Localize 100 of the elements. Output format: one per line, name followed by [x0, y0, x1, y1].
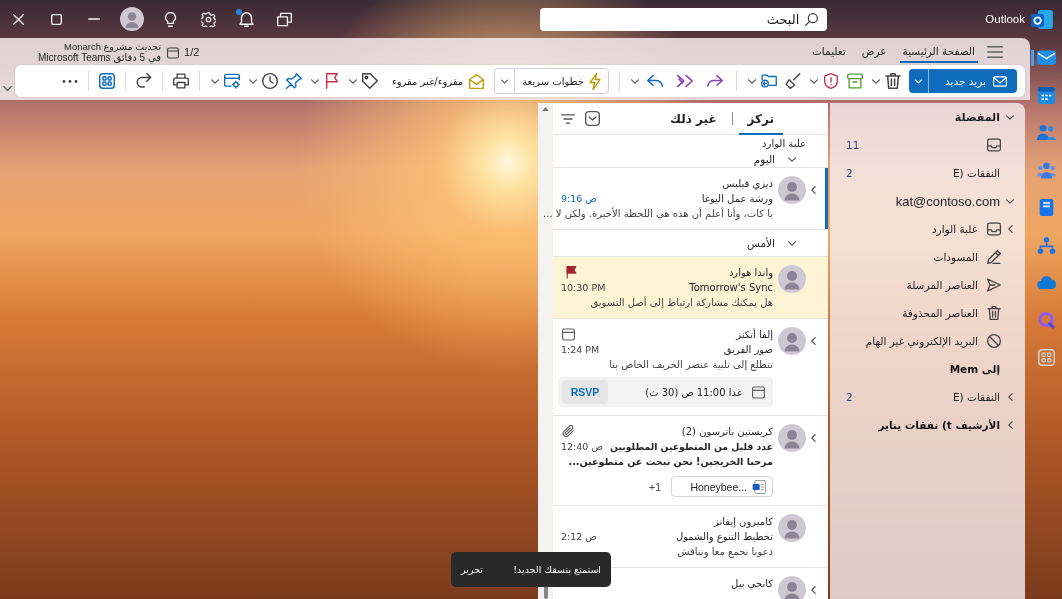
- apps-grid-icon: [1036, 349, 1056, 367]
- avatar-icon[interactable]: [120, 7, 144, 31]
- bell-icon[interactable]: [238, 11, 254, 27]
- chevron-left-icon[interactable]: [810, 586, 816, 594]
- more-attachments-count[interactable]: +1: [649, 480, 661, 493]
- pin-icon[interactable]: [285, 73, 302, 89]
- message-preview: هل يمكنك مشاركة ارتباط إلى أصل التسويق: [590, 297, 773, 308]
- shield-alert-icon[interactable]: [823, 73, 839, 89]
- date-group-label: الأمس: [747, 237, 775, 249]
- chevron-down-icon[interactable]: [810, 78, 818, 84]
- chevron-down-icon[interactable]: [3, 86, 12, 91]
- app-name: Outlook: [985, 13, 1025, 25]
- maximize-icon[interactable]: [50, 13, 62, 25]
- trash-icon[interactable]: [885, 73, 901, 89]
- read-unread-button[interactable]: مقروء/غير مقروء: [385, 68, 491, 94]
- clock-icon[interactable]: [261, 73, 278, 89]
- curved-arrow-right-icon[interactable]: [707, 73, 723, 89]
- new-mail-button[interactable]: بريد جديد: [929, 69, 1017, 93]
- move-folder-icon[interactable]: [761, 73, 777, 89]
- close-icon[interactable]: [12, 13, 24, 25]
- folder-item[interactable]: البريد الإلكتروني غير الهام: [865, 335, 978, 347]
- chevron-down-icon[interactable]: [788, 156, 796, 162]
- date-group-label: اليوم: [753, 153, 775, 165]
- ring-icon: [1036, 311, 1056, 329]
- chevron-down-icon[interactable]: [1006, 198, 1014, 204]
- folder-item[interactable]: E) النفقات: [952, 391, 1000, 403]
- folder-item[interactable]: علبة الوارد: [931, 223, 978, 235]
- chevron-left-icon[interactable]: [1007, 421, 1013, 429]
- envelope-square-icon[interactable]: [585, 111, 600, 126]
- chevron-down-icon[interactable]: [310, 78, 319, 84]
- folder-item[interactable]: Mem إلى: [949, 363, 1000, 375]
- flag-icon[interactable]: [566, 266, 577, 279]
- settings-icon[interactable]: [200, 11, 216, 27]
- search-field[interactable]: البحث: [540, 7, 828, 31]
- double-arrow-icon[interactable]: [677, 73, 693, 89]
- folder-section-label[interactable]: المفضلة: [954, 110, 1000, 124]
- ribbon-tab[interactable]: الصفحة الرئيسية: [899, 38, 978, 63]
- stacked-windows-icon[interactable]: [276, 11, 292, 27]
- calendar-gear-icon[interactable]: [223, 73, 240, 89]
- tag-icon[interactable]: [361, 73, 378, 89]
- folder-item[interactable]: E) النفقات: [952, 167, 1000, 179]
- reminder-title[interactable]: تحديث مشروع Monarch: [64, 41, 162, 52]
- chevron-left-icon[interactable]: [810, 434, 816, 442]
- more-icon[interactable]: [61, 79, 78, 83]
- chevron-down-icon[interactable]: [348, 78, 357, 84]
- curved-arrow-icon[interactable]: [135, 73, 152, 89]
- avatar-icon: [778, 576, 806, 599]
- ribbon-tab[interactable]: عرض: [858, 38, 890, 63]
- chevron-down-icon[interactable]: [210, 78, 219, 84]
- folder-section-label[interactable]: kat@contoso.com: [895, 193, 1000, 209]
- message-time: 12:40 ص: [561, 441, 603, 452]
- blocked-icon: [987, 334, 1001, 348]
- rsvp-button[interactable]: RSVP: [562, 380, 608, 404]
- message-subject: تخطيط التنوع والشمول: [675, 531, 773, 542]
- chevron-down-icon[interactable]: [1006, 114, 1014, 120]
- curved-arrow-left-icon[interactable]: [647, 73, 663, 89]
- inbox-tab[interactable]: تركز: [738, 102, 783, 135]
- chevron-down-icon[interactable]: [631, 78, 639, 84]
- edit-link[interactable]: تحرير: [461, 564, 483, 575]
- filter-icon[interactable]: [561, 113, 575, 124]
- chevron-down-icon[interactable]: [788, 240, 796, 246]
- calendar-icon[interactable]: [167, 47, 180, 59]
- chevron-left-icon[interactable]: [1007, 225, 1013, 233]
- quick-steps-button[interactable]: خطوات سريعة: [514, 68, 609, 94]
- message-subject: عدد قليل من المتطوعين المطلوبين: [610, 441, 773, 452]
- inbox-tab[interactable]: غير ذلك: [661, 102, 726, 135]
- folder-item[interactable]: العناصر المحذوفة: [902, 307, 978, 319]
- people-icon: [1036, 124, 1056, 142]
- new-mail-dropdown-button[interactable]: [909, 69, 929, 93]
- unread-count: 2: [846, 391, 853, 403]
- group-icon: [1036, 161, 1056, 179]
- paper-plane-icon: [987, 278, 1001, 292]
- chevron-down-icon[interactable]: [248, 78, 257, 84]
- sender-name: إلفا أتكنز: [736, 329, 773, 340]
- folder-item[interactable]: العناصر المرسلة: [906, 279, 978, 291]
- menu-icon[interactable]: [987, 46, 1003, 58]
- message-preview: دعونا نجمع معا ونناقش: [677, 546, 773, 557]
- calendar-icon: [562, 328, 575, 341]
- pencil-icon: [987, 250, 1001, 264]
- archive-icon[interactable]: [847, 73, 863, 89]
- paperclip-icon: [562, 425, 575, 438]
- app-logo-icon[interactable]: [1031, 9, 1053, 29]
- chevron-left-icon[interactable]: [810, 337, 816, 345]
- folder-item[interactable]: الأرشيف t) نفقات يناير: [878, 419, 1000, 431]
- printer-icon[interactable]: [172, 73, 189, 89]
- attachment-chip[interactable]: Honeybee...: [671, 476, 773, 497]
- apps-grid-icon[interactable]: [98, 73, 115, 89]
- sender-name: كانجي بيل: [731, 578, 773, 589]
- message-subject: Tomorrow's Sync: [689, 282, 773, 293]
- flag-icon[interactable]: [323, 73, 340, 89]
- chevron-down-icon[interactable]: [748, 78, 756, 84]
- folder-item[interactable]: المسودات: [933, 251, 978, 263]
- broom-icon[interactable]: [785, 73, 801, 89]
- lightbulb-icon[interactable]: [162, 11, 178, 27]
- ribbon-tab[interactable]: تعليمات: [809, 38, 849, 63]
- chevron-left-icon[interactable]: [1007, 393, 1013, 401]
- chevron-down-icon: [501, 78, 509, 84]
- scroll-up-icon[interactable]: [542, 107, 549, 111]
- chevron-down-icon[interactable]: [872, 78, 880, 84]
- chevron-left-icon[interactable]: [810, 186, 816, 194]
